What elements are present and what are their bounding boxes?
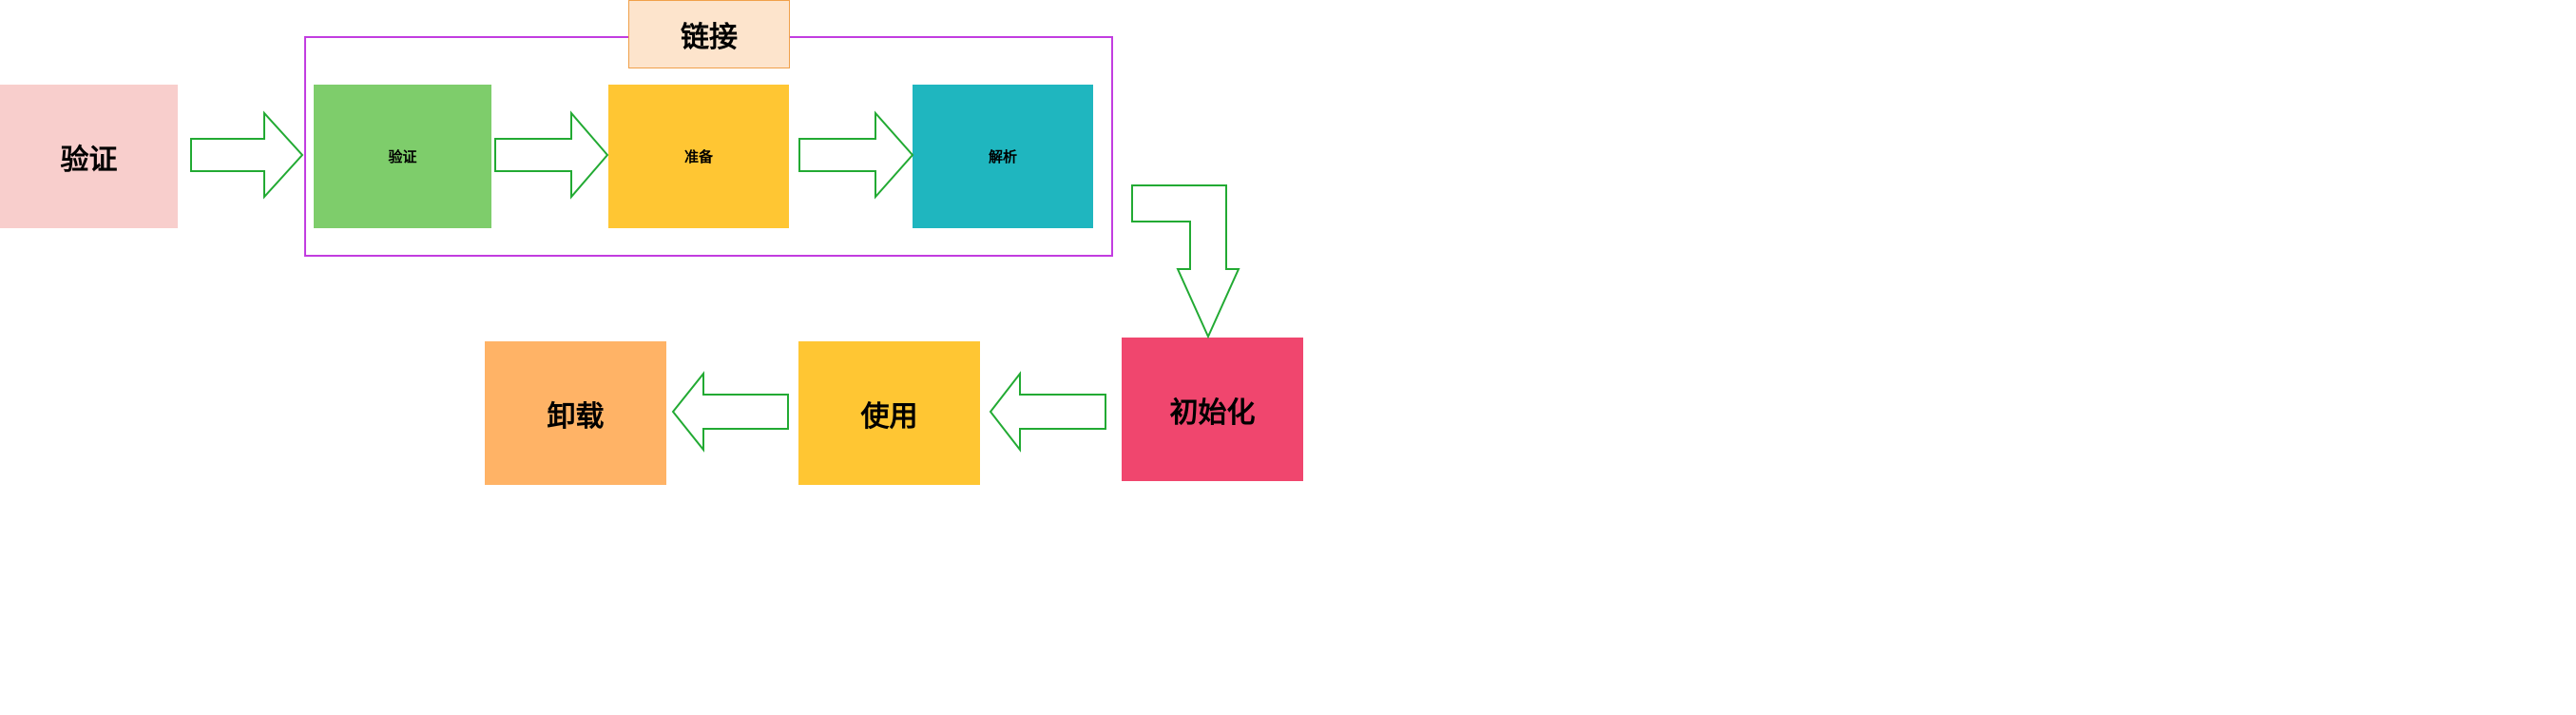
arrow-left-2: [671, 371, 789, 453]
arrow-left-2-shape: [671, 371, 789, 453]
